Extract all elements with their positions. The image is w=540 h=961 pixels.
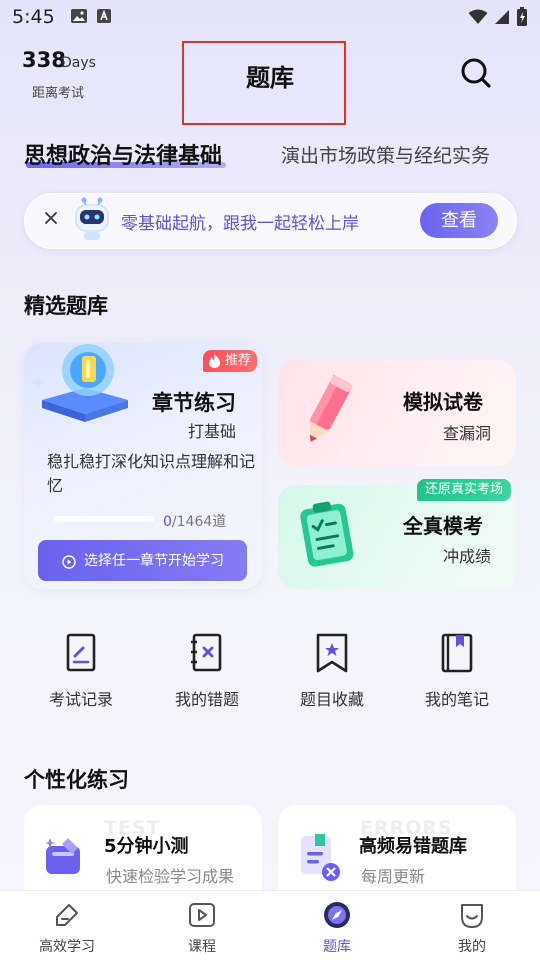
frequent-errors-subtitle: 每周更新 <box>361 867 426 886</box>
progress-done-count: 0 <box>163 514 172 530</box>
personalized-section-title: 个性化练习 <box>24 768 129 792</box>
quick-test-title: 5分钟小测 <box>104 836 189 857</box>
frequent-errors-icon <box>297 832 345 884</box>
nav-item-question-bank[interactable]: 题库 <box>287 900 387 956</box>
wrong-questions-icon <box>187 632 227 674</box>
tab-subject-politics-law[interactable]: 思想政治与法律基础 <box>24 138 222 170</box>
wrong-questions-button[interactable]: 我的错题 <box>157 632 257 710</box>
study-icon <box>52 900 82 930</box>
nav-item-study[interactable]: 高效学习 <box>17 900 117 956</box>
course-icon <box>187 900 217 930</box>
clipboard-check-icon <box>294 496 362 574</box>
bookmark-icon <box>312 632 352 674</box>
mock-exam-title: 模拟试卷 <box>403 390 483 414</box>
play-circle-icon <box>62 554 76 569</box>
search-icon <box>461 58 491 88</box>
pencil-icon <box>296 372 358 450</box>
chapter-progress-track <box>54 516 154 522</box>
notes-icon <box>437 632 477 674</box>
frequent-errors-title: 高频易错题库 <box>359 836 467 857</box>
quick-test-subtitle: 快速检验学习成果 <box>106 867 235 886</box>
nav-label-study: 高效学习 <box>39 939 95 955</box>
banner-close-button[interactable] <box>44 209 58 230</box>
nav-label-question-bank: 题库 <box>323 939 351 955</box>
search-button[interactable] <box>458 55 494 91</box>
chapter-practice-description: 稳扎稳打深化知识点理解和记忆 <box>47 452 256 495</box>
banner-view-button[interactable]: 查看 <box>420 203 498 238</box>
status-time: 5:45 <box>12 6 55 28</box>
question-bank-icon <box>322 900 352 930</box>
notes-button[interactable]: 我的笔记 <box>407 632 507 710</box>
robot-mascot-icon <box>72 196 112 242</box>
chapter-illustration-icon <box>30 330 140 430</box>
battery-icon <box>517 7 527 26</box>
quick-test-icon <box>42 834 88 882</box>
real-exam-badge: 还原真实考场 <box>417 479 512 501</box>
banner-message: 零基础起航，跟我一起轻松上岸 <box>121 214 359 234</box>
exam-record-button[interactable]: 考试记录 <box>31 632 131 710</box>
real-exam-title: 全真模考 <box>403 514 483 538</box>
progress-total: /1464道 <box>171 514 227 530</box>
nav-item-profile[interactable]: 我的 <box>422 900 522 956</box>
flame-icon <box>208 353 221 369</box>
profile-icon <box>457 900 487 930</box>
mock-exam-subtitle: 查漏洞 <box>443 424 492 443</box>
nav-item-course[interactable]: 课程 <box>152 900 252 956</box>
exam-record-icon <box>61 632 101 674</box>
real-exam-subtitle: 冲成绩 <box>443 547 492 566</box>
wrong-questions-label: 我的错题 <box>174 690 239 709</box>
featured-section-title: 精选题库 <box>24 294 108 318</box>
bookmark-label: 题目收藏 <box>299 690 364 709</box>
status-notification-icons <box>70 8 112 24</box>
app-a-icon <box>97 9 111 23</box>
chapter-practice-title: 章节练习 <box>152 391 236 415</box>
gallery-icon <box>71 9 87 23</box>
nav-label-course: 课程 <box>188 939 216 955</box>
nav-label-profile: 我的 <box>458 939 486 955</box>
tab-subject-performance-market[interactable]: 演出市场政策与经纪实务 <box>281 141 490 168</box>
chapter-progress-text: 0/1464道 <box>163 511 226 531</box>
exam-record-label: 考试记录 <box>48 690 113 709</box>
wifi-icon <box>468 9 488 24</box>
bookmark-button[interactable]: 题目收藏 <box>282 632 382 710</box>
chapter-practice-subtitle: 打基础 <box>188 422 237 441</box>
signal-icon <box>495 10 509 24</box>
notes-label: 我的笔记 <box>424 690 489 709</box>
status-system-icons <box>468 7 528 27</box>
close-icon <box>45 212 57 224</box>
start-chapter-button-label: 选择任一章节开始学习 <box>84 553 224 569</box>
